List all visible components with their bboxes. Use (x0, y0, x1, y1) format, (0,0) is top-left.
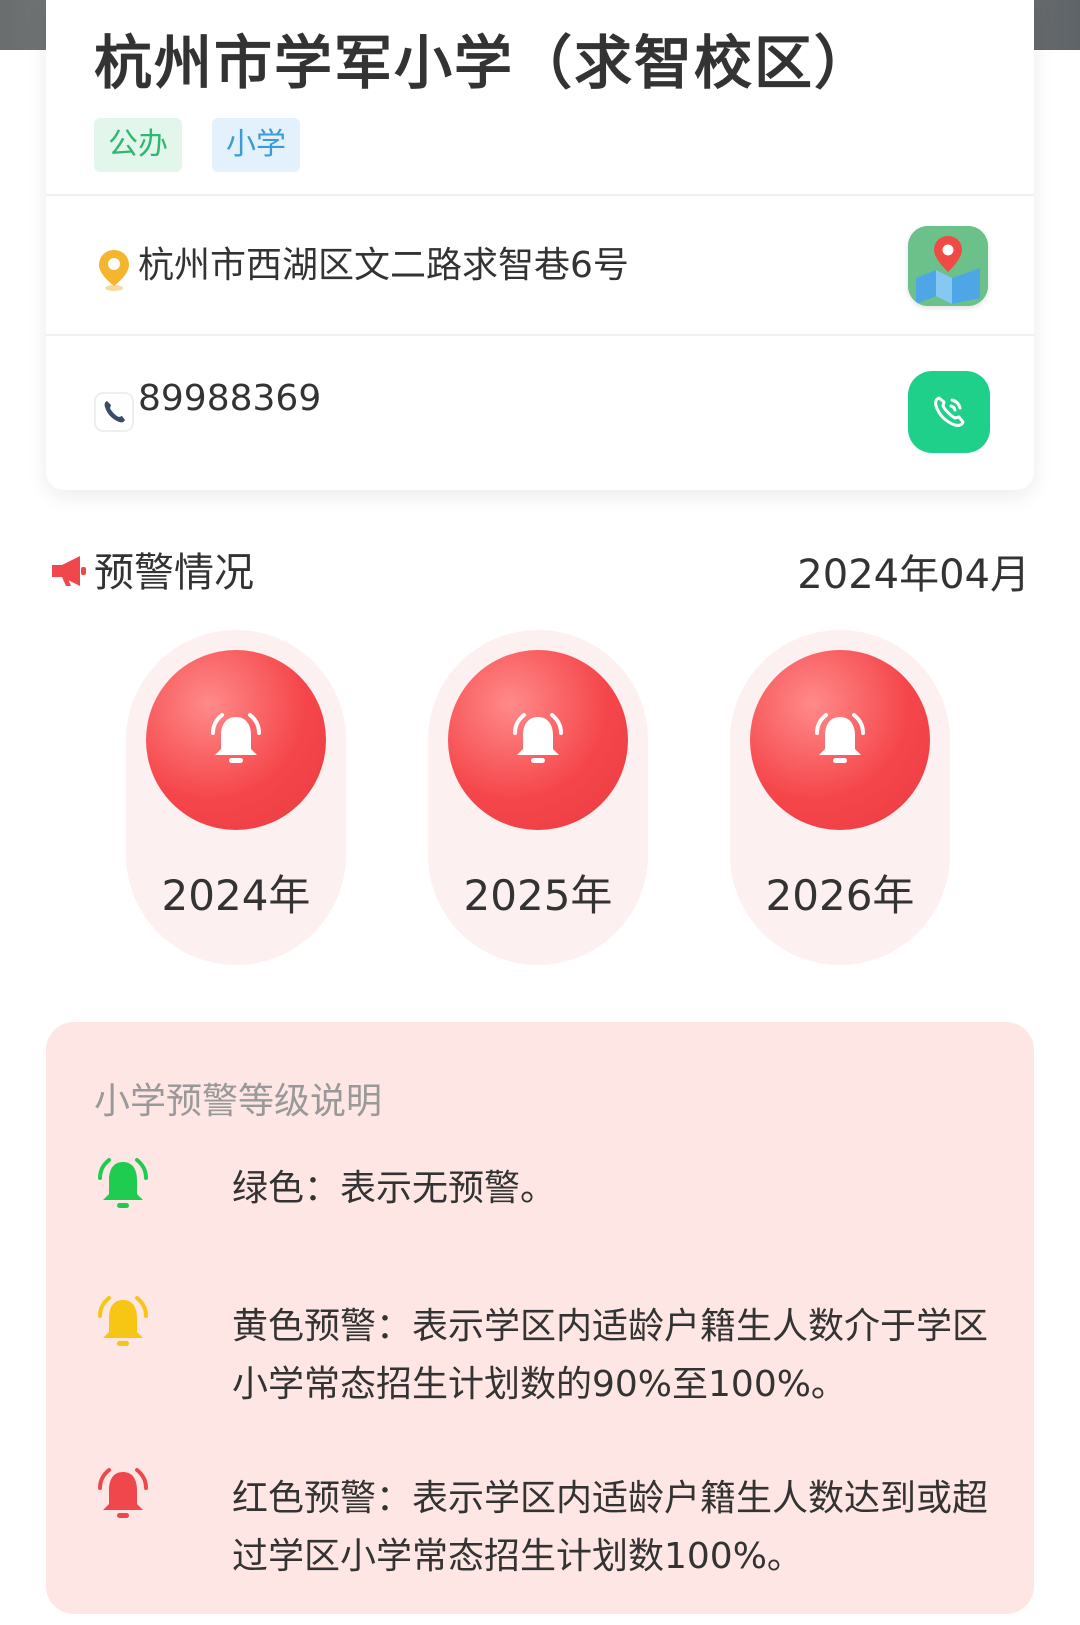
year-warning-2024[interactable]: 2024年 (126, 630, 346, 965)
year-label: 2024年 (161, 871, 311, 920)
map-button[interactable] (908, 226, 988, 306)
legend-text: 红色预警：表示学区内适龄户籍生人数达到或超过学区小学常态招生计划数100%。 (232, 1478, 989, 1577)
green-bell-icon (98, 1158, 148, 1208)
year-label: 2026年 (765, 871, 915, 920)
school-phone[interactable]: 89988369 (138, 378, 321, 419)
megaphone-icon (52, 556, 86, 586)
year-warning-2025[interactable]: 2025年 (428, 630, 648, 965)
legend-text: 绿色：表示无预警。 (232, 1168, 557, 1209)
tag-primary: 小学 (212, 118, 300, 172)
call-button[interactable] (908, 371, 990, 453)
warning-title: 预警情况 (94, 550, 254, 596)
location-pin-icon (99, 250, 129, 291)
year-label: 2025年 (463, 871, 613, 920)
school-address: 杭州市西湖区文二路求智巷6号 (138, 245, 629, 286)
legend-text: 黄色预警：表示学区内适龄户籍生人数介于学区小学常态招生计划数的90%至100%。 (232, 1306, 989, 1405)
warning-level-legend: 小学预警等级说明 绿色：表示无预警。 黄色预警：表示学区内适龄户籍生人数介于学区… (46, 1022, 1034, 1614)
alarm-bell-icon (448, 650, 628, 830)
phone-icon (94, 392, 134, 432)
year-warning-2026[interactable]: 2026年 (730, 630, 950, 965)
divider (46, 194, 1034, 196)
warning-section-header: 预警情况 2024年04月 (50, 540, 1030, 600)
warning-date: 2024年04月 (797, 552, 1030, 598)
map-icon (908, 226, 988, 306)
alarm-bell-icon (146, 650, 326, 830)
tag-public: 公办 (94, 118, 182, 172)
call-icon (934, 396, 965, 427)
school-name: 杭州市学军小学（求智校区） (94, 29, 875, 97)
alarm-bell-icon (750, 650, 930, 830)
yellow-bell-icon (98, 1296, 148, 1346)
school-info-card: 杭州市学军小学（求智校区） 公办 小学 杭州市西湖区文二路求智巷6号 89988… (46, 0, 1034, 490)
red-bell-icon (98, 1468, 148, 1518)
divider (46, 334, 1034, 336)
legend-title: 小学预警等级说明 (94, 1081, 383, 1122)
